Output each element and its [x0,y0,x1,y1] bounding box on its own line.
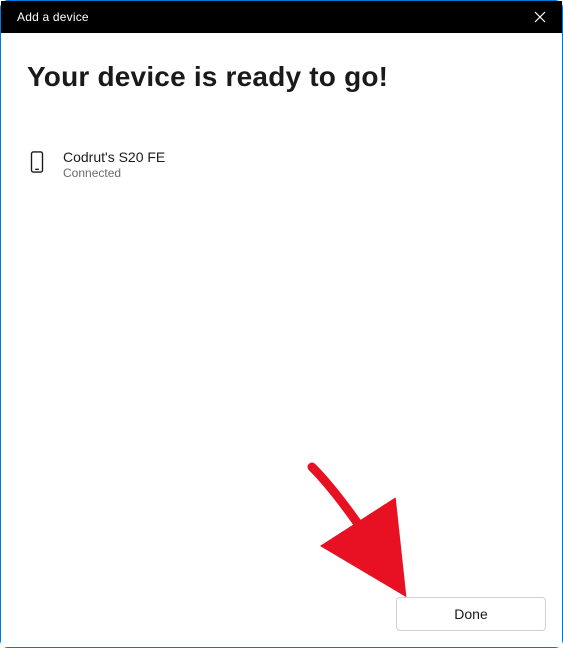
content-area: Your device is ready to go! Codrut's S20… [1,33,562,597]
titlebar: Add a device [1,1,562,33]
device-status: Connected [63,166,165,180]
device-info: Codrut's S20 FE Connected [63,149,165,180]
phone-icon [29,151,45,173]
done-button[interactable]: Done [396,597,546,631]
window-title: Add a device [17,10,89,24]
page-title: Your device is ready to go! [27,61,536,93]
device-row: Codrut's S20 FE Connected [27,149,536,180]
device-name: Codrut's S20 FE [63,149,165,165]
close-icon[interactable] [530,7,550,27]
footer: Done [1,597,562,647]
